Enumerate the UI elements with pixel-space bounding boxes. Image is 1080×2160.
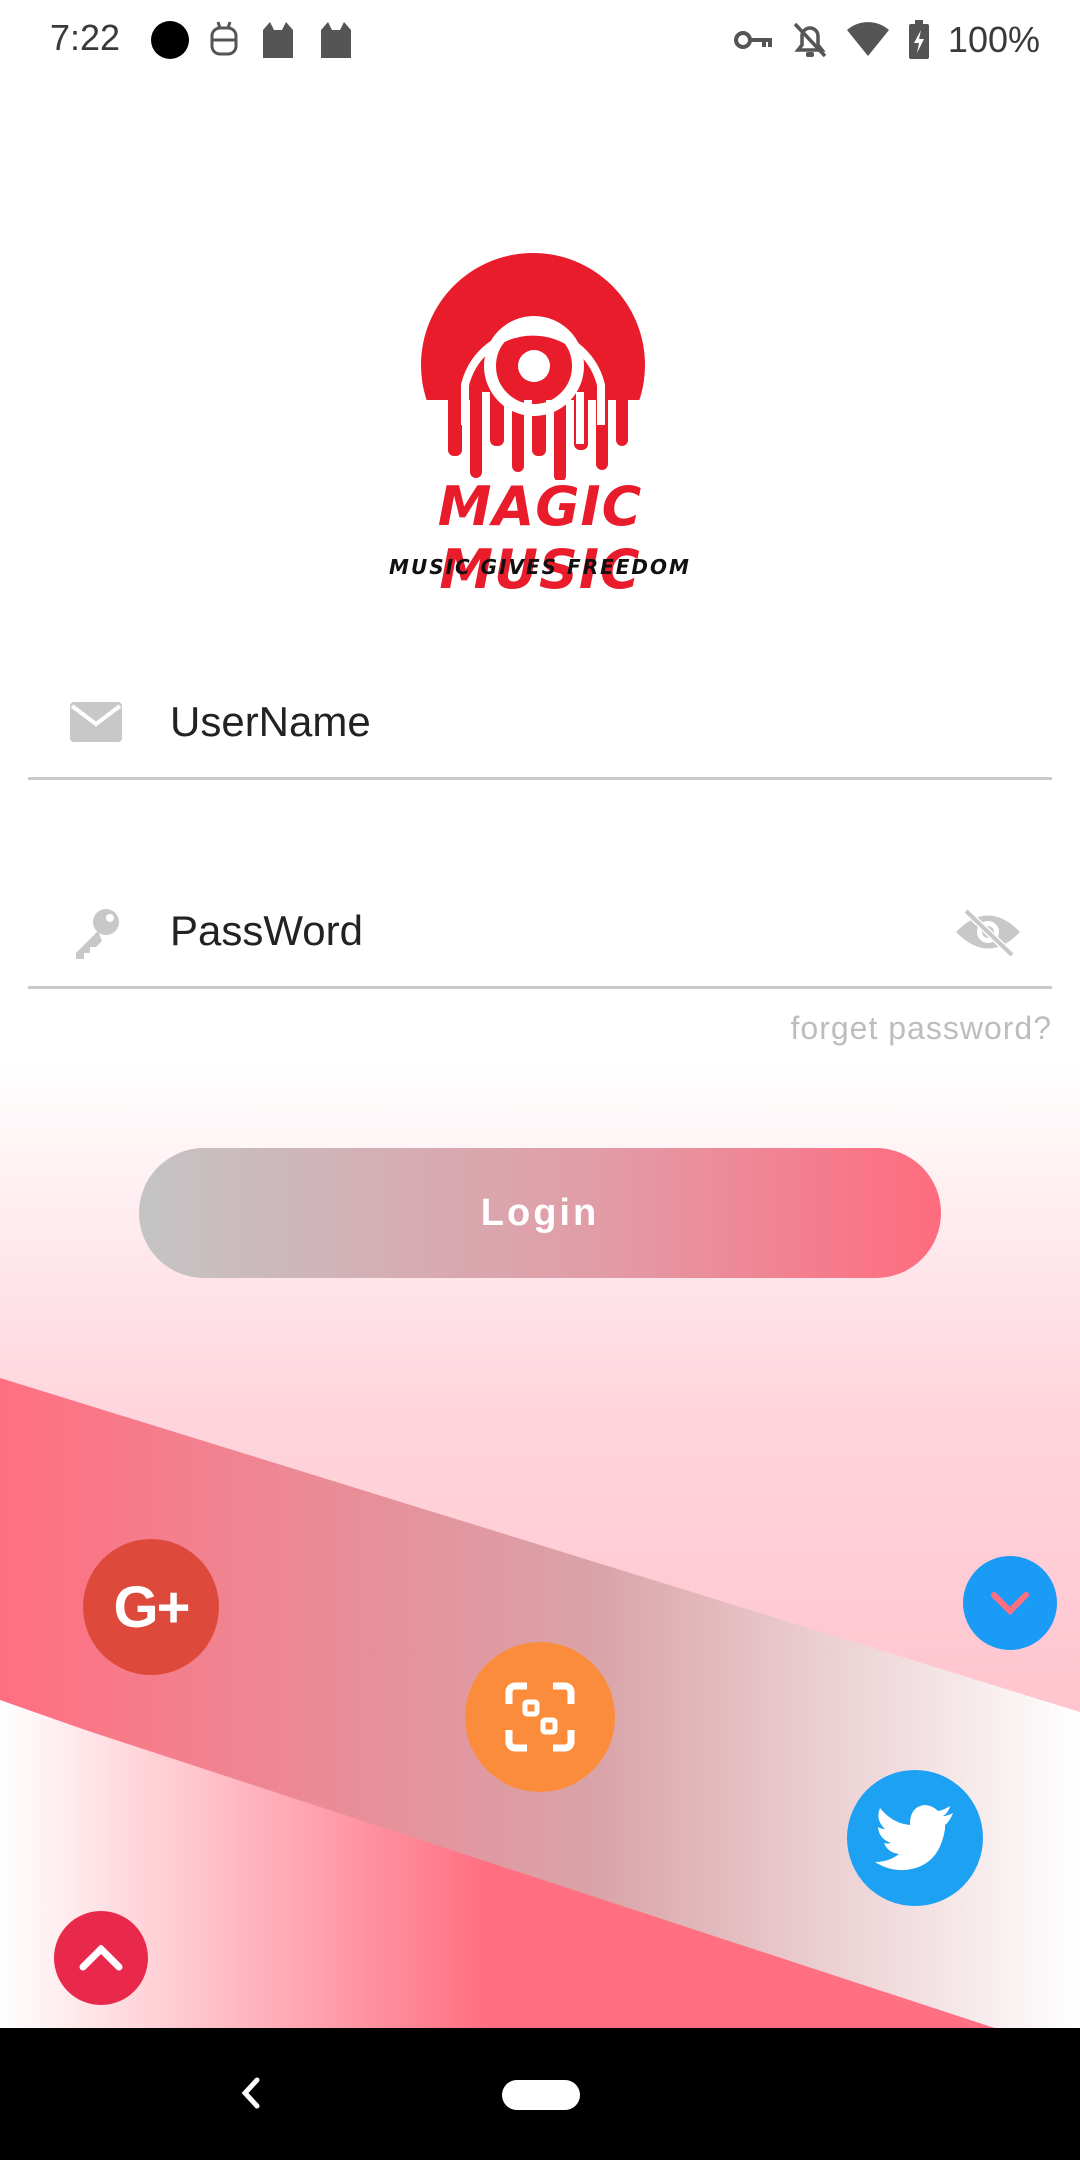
status-time: 7:22: [50, 17, 121, 58]
collapse-up-button[interactable]: [54, 1911, 148, 2005]
chevron-down-icon: [991, 1592, 1029, 1615]
twitter-bird-icon: [875, 1805, 953, 1871]
logo-title: MAGIC MUSIC: [437, 475, 643, 601]
status-system-icons: 100%: [733, 18, 1040, 62]
forgot-password-link[interactable]: forget password?: [791, 1010, 1052, 1047]
vinyl-record-logo-icon: [410, 253, 670, 480]
google-plus-button[interactable]: G+: [83, 1539, 219, 1675]
envelope-icon: [70, 702, 122, 742]
twitter-button[interactable]: [847, 1770, 983, 1906]
key-icon: [733, 31, 772, 49]
cat-icon: [321, 22, 351, 58]
password-underline: [28, 986, 1052, 989]
battery-percentage: 100%: [947, 19, 1040, 60]
status-notification-icons: [150, 18, 356, 62]
android-robot-icon: [210, 21, 238, 56]
battery-charging-icon: [908, 20, 929, 59]
username-placeholder: UserName: [170, 698, 371, 745]
visibility-off-icon[interactable]: [954, 907, 1022, 957]
username-underline: [28, 777, 1052, 780]
scan-button[interactable]: [465, 1642, 615, 1792]
bell-off-icon: [793, 22, 827, 58]
wifi-icon: [846, 22, 889, 56]
username-field[interactable]: UserName: [28, 660, 1052, 780]
app-logo: MAGIC MUSIC MUSIC GIVES FREEDOM: [350, 240, 730, 601]
key-icon: [76, 909, 119, 959]
back-icon[interactable]: [225, 2068, 275, 2118]
status-bar: 7:22 100%: [0, 0, 1080, 80]
login-button[interactable]: Login: [139, 1148, 941, 1278]
expand-down-button[interactable]: [963, 1556, 1057, 1650]
chevron-up-icon: [79, 1945, 123, 1971]
system-navigation-bar: [0, 2028, 1080, 2160]
scan-icon: [505, 1682, 575, 1752]
password-placeholder: PassWord: [170, 907, 363, 954]
password-field[interactable]: PassWord: [28, 869, 1052, 989]
home-pill-button[interactable]: [502, 2080, 580, 2110]
cat-icon: [263, 22, 293, 58]
logo-tagline: MUSIC GIVES FREEDOM: [389, 555, 691, 579]
google-plus-icon: G+: [113, 1574, 191, 1640]
circle-dot-icon: [151, 21, 189, 59]
login-button-label: Login: [480, 1191, 600, 1234]
